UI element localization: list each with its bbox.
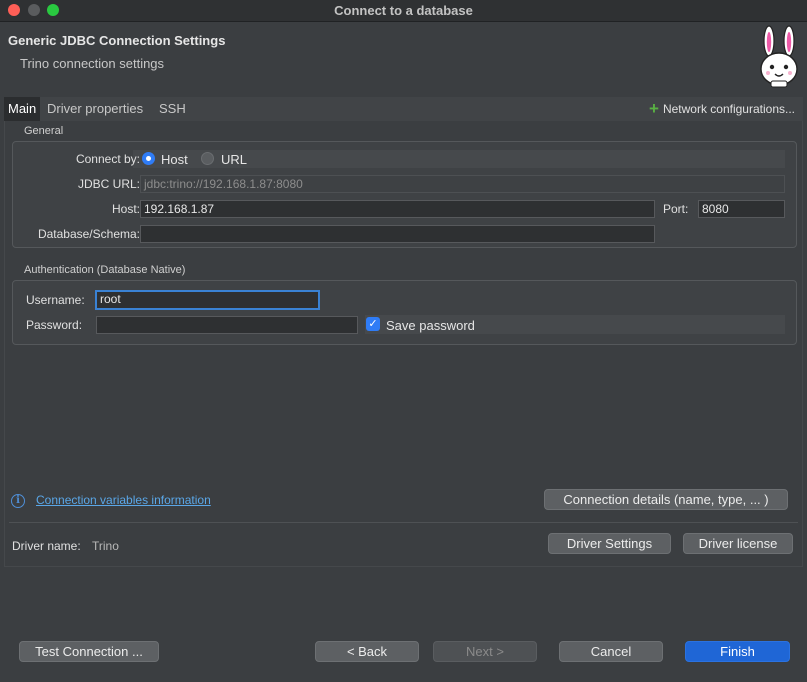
jdbc-url-field: jdbc:trino://192.168.1.87:8080 <box>140 175 785 193</box>
dialog-title: Generic JDBC Connection Settings <box>8 33 226 48</box>
main-tab-panel: General Connect by: Host URL JDBC URL: j… <box>4 121 803 567</box>
password-label: Password: <box>26 318 83 332</box>
back-button[interactable]: < Back <box>315 641 419 662</box>
authentication-group: Username: root Password: ✓ Save password <box>12 280 797 345</box>
minimize-window-button[interactable] <box>28 4 40 16</box>
host-radio[interactable] <box>142 152 155 165</box>
authentication-group-label: Authentication (Database Native) <box>24 264 186 276</box>
close-window-button[interactable] <box>8 4 20 16</box>
info-icon: i <box>11 494 25 508</box>
database-schema-label: Database/Schema: <box>37 227 140 241</box>
tab-ssh[interactable]: SSH <box>159 97 186 121</box>
username-label: Username: <box>26 293 85 307</box>
password-field[interactable] <box>96 316 358 334</box>
network-configurations-label: Network configurations... <box>662 102 795 116</box>
connect-by-label: Connect by: <box>75 152 140 166</box>
host-label: Host: <box>111 202 140 216</box>
separator <box>9 522 798 523</box>
dialog-subtitle: Trino connection settings <box>20 56 165 71</box>
driver-name-label: Driver name: <box>12 539 81 553</box>
driver-license-button[interactable]: Driver license <box>683 533 793 554</box>
port-field[interactable]: 8080 <box>698 200 785 218</box>
connection-variables-link[interactable]: Connection variables information <box>36 493 211 507</box>
cancel-button[interactable]: Cancel <box>559 641 663 662</box>
network-configurations-button[interactable]: + Network configurations... <box>649 97 795 121</box>
maximize-window-button[interactable] <box>47 4 59 16</box>
tab-bar: Main Driver properties SSH + Network conf… <box>4 97 803 121</box>
username-field[interactable]: root <box>95 290 320 310</box>
host-field[interactable]: 192.168.1.87 <box>140 200 655 218</box>
plus-icon: + <box>649 99 659 118</box>
database-schema-field[interactable] <box>140 225 655 243</box>
driver-name-value: Trino <box>92 539 119 553</box>
finish-button[interactable]: Finish <box>685 641 790 662</box>
save-password-label[interactable]: Save password <box>386 318 475 333</box>
general-group: Connect by: Host URL JDBC URL: jdbc:trin… <box>12 141 797 248</box>
driver-settings-button[interactable]: Driver Settings <box>548 533 671 554</box>
jdbc-url-label: JDBC URL: <box>77 177 140 191</box>
url-radio-label[interactable]: URL <box>221 152 247 167</box>
host-radio-label[interactable]: Host <box>161 152 188 167</box>
dialog-header: Generic JDBC Connection Settings Trino c… <box>0 23 807 93</box>
general-group-label: General <box>24 125 64 137</box>
tab-main[interactable]: Main <box>4 97 41 121</box>
rabbit-mascot-icon <box>760 25 798 88</box>
tab-driver-properties[interactable]: Driver properties <box>47 97 143 121</box>
port-label: Port: <box>663 202 689 216</box>
connection-details-button[interactable]: Connection details (name, type, ... ) <box>544 489 788 510</box>
url-radio[interactable] <box>201 152 214 165</box>
next-button[interactable]: Next > <box>433 641 537 662</box>
save-password-checkbox[interactable]: ✓ <box>366 317 380 331</box>
window-title: Connect to a database <box>334 3 473 18</box>
test-connection-button[interactable]: Test Connection ... <box>19 641 159 662</box>
window-titlebar: Connect to a database <box>0 0 807 22</box>
